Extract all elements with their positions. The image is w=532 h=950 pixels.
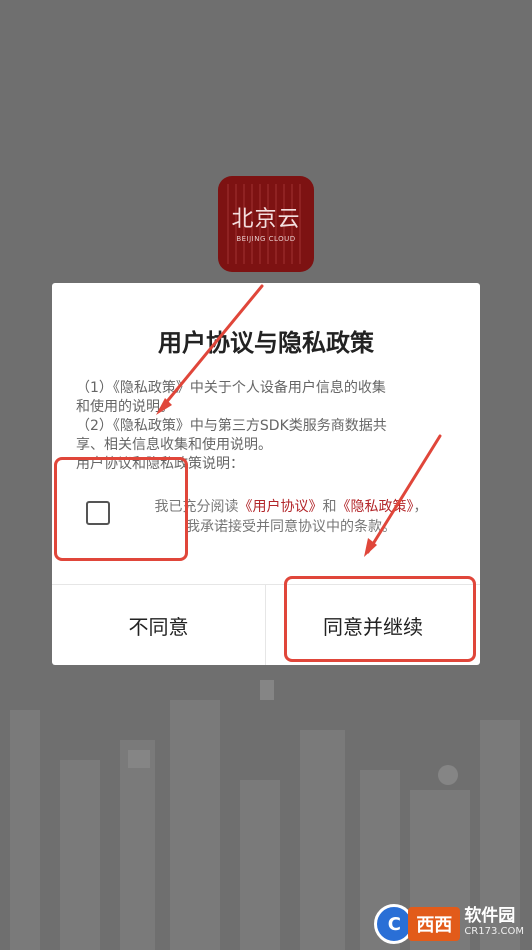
disagree-button[interactable]: 不同意 bbox=[52, 585, 265, 665]
agreement-comma: ， bbox=[413, 499, 428, 515]
watermark-text: 软件园 CR173.COM bbox=[464, 908, 524, 940]
user-agreement-link[interactable]: 《用户协议》 bbox=[239, 499, 323, 515]
privacy-policy-link[interactable]: 《隐私政策》 bbox=[337, 499, 414, 515]
checkbox-highlight-box bbox=[54, 457, 188, 561]
logo-subtitle: BEIJING CLOUD bbox=[236, 235, 296, 243]
policy-line: 享、相关信息收集和使用说明。 bbox=[76, 437, 272, 453]
watermark-brand: 西西 bbox=[408, 907, 461, 941]
agreement-and: 和 bbox=[322, 499, 337, 515]
policy-line: （2）《隐私政策》中与第三方SDK类服务商数据共 bbox=[76, 418, 387, 434]
policy-line: （1）《隐私政策》中关于个人设备用户信息的收集 bbox=[76, 380, 386, 396]
agree-button-highlight-box bbox=[284, 576, 476, 662]
watermark: C 西西 软件园 CR173.COM bbox=[374, 904, 524, 944]
watermark-name: 软件园 bbox=[464, 906, 516, 926]
logo-title: 北京云 bbox=[231, 207, 301, 232]
policy-line: 和使用的说明。 bbox=[76, 399, 174, 415]
app-logo: 北京云 BEIJING CLOUD bbox=[218, 176, 314, 272]
dialog-title: 用户协议与隐私政策 bbox=[158, 329, 374, 357]
watermark-url: CR173.COM bbox=[464, 926, 524, 937]
